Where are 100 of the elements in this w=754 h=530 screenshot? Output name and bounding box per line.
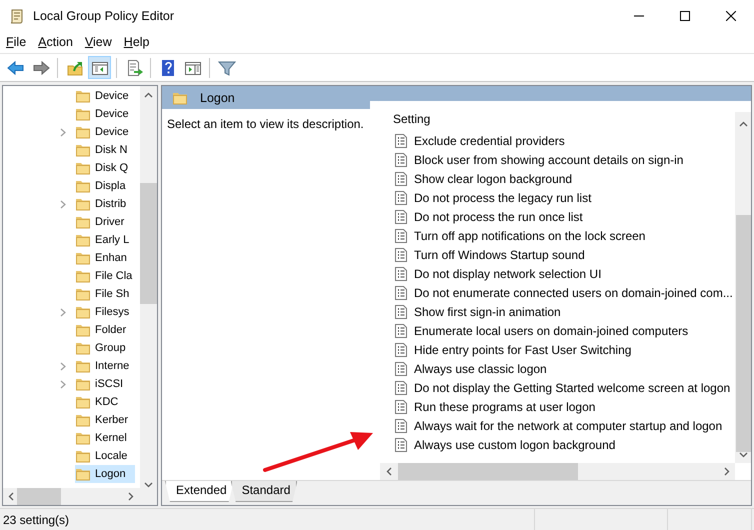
- tree-item[interactable]: Device: [75, 123, 135, 141]
- tree-item[interactable]: Driver: [75, 213, 135, 231]
- window-title: Local Group Policy Editor: [33, 8, 174, 22]
- setting-item[interactable]: Enumerate local users on domain-joined computers: [414, 324, 688, 338]
- folder-icon: [75, 322, 91, 338]
- tree-item[interactable]: File Cla: [75, 267, 135, 285]
- folder-icon: [75, 340, 91, 356]
- tree-item[interactable]: Disk N: [75, 141, 135, 159]
- tree-item[interactable]: Logon: [75, 465, 135, 483]
- tree-item[interactable]: Device: [75, 87, 135, 105]
- folder-icon: [75, 430, 91, 446]
- policy-icon: [393, 304, 409, 320]
- horizontal-scrollbar[interactable]: [380, 463, 735, 480]
- policy-icon: [393, 152, 409, 168]
- folder-icon: [75, 304, 91, 320]
- scroll-right-icon[interactable]: [724, 467, 730, 476]
- folder-icon: [75, 106, 91, 122]
- policy-icon: [393, 170, 409, 186]
- setting-item[interactable]: Do not display the Getting Started welcome screen at logon: [414, 380, 730, 394]
- tree-item[interactable]: KDC: [75, 393, 135, 411]
- column-header[interactable]: Setting: [393, 109, 735, 129]
- menu-item[interactable]: View: [78, 35, 118, 49]
- scroll-down-icon[interactable]: [738, 452, 748, 458]
- policy-icon: [393, 208, 409, 224]
- policy-icon: [393, 380, 409, 396]
- close-icon[interactable]: [726, 10, 736, 20]
- app-icon: [9, 8, 25, 24]
- setting-item[interactable]: Show first sign-in animation: [414, 304, 561, 318]
- view-tab[interactable]: Extended: [165, 481, 234, 502]
- policy-icon: [393, 132, 409, 148]
- scroll-down-icon[interactable]: [144, 482, 153, 488]
- view-tab[interactable]: Standard: [230, 481, 298, 502]
- policy-icon: [393, 360, 409, 376]
- policy-icon: [393, 266, 409, 282]
- setting-item[interactable]: Block user from showing account details on sign-in: [414, 152, 684, 166]
- description-text: Select an item to view its description.: [167, 117, 364, 131]
- folder-icon: [75, 88, 91, 104]
- tree-item[interactable]: iSCSI: [75, 375, 135, 393]
- tree-item[interactable]: Kerber: [75, 411, 135, 429]
- tree-item[interactable]: Displa: [75, 177, 135, 195]
- folder-icon: [75, 376, 91, 392]
- tree-item[interactable]: Early L: [75, 231, 135, 249]
- scroll-left-icon[interactable]: [386, 467, 392, 476]
- folder-icon: [75, 232, 91, 248]
- setting-item[interactable]: Exclude credential providers: [414, 134, 565, 148]
- setting-item[interactable]: Do not display network selection UI: [414, 266, 602, 280]
- scroll-left-icon[interactable]: [8, 492, 14, 501]
- policy-icon: [393, 246, 409, 262]
- setting-item[interactable]: Run these programs at user logon: [414, 400, 596, 414]
- vertical-scrollbar[interactable]: [140, 86, 157, 488]
- menu-item[interactable]: File: [0, 35, 32, 49]
- policy-icon: [393, 190, 409, 206]
- folder-icon: [75, 160, 91, 176]
- status-text: 23 setting(s): [3, 512, 70, 526]
- folder-icon: [75, 358, 91, 374]
- setting-item[interactable]: Turn off app notifications on the lock screen: [414, 228, 646, 242]
- tree-item[interactable]: Folder: [75, 321, 135, 339]
- folder-icon: [75, 286, 91, 302]
- setting-item[interactable]: Always use classic logon: [414, 362, 547, 376]
- tree-item[interactable]: File Sh: [75, 285, 135, 303]
- policy-icon: [393, 436, 409, 452]
- tree-item[interactable]: Disk Q: [75, 159, 135, 177]
- horizontal-scrollbar[interactable]: [3, 488, 157, 505]
- folder-icon: [75, 124, 91, 140]
- scroll-up-icon[interactable]: [144, 92, 153, 98]
- folder-icon: [75, 214, 91, 230]
- tree-item[interactable]: Interne: [75, 357, 135, 375]
- policy-icon: [393, 342, 409, 358]
- setting-item[interactable]: Do not enumerate connected users on domain-joined com...: [414, 286, 733, 300]
- setting-item[interactable]: Hide entry points for Fast User Switching: [414, 342, 632, 356]
- folder-icon: [75, 142, 91, 158]
- policy-icon: [393, 398, 409, 414]
- setting-item[interactable]: Turn off Windows Startup sound: [414, 248, 585, 262]
- tree-item[interactable]: Distrib: [75, 195, 135, 213]
- folder-icon: [75, 178, 91, 194]
- maximize-icon[interactable]: [680, 10, 690, 20]
- folder-icon: [75, 196, 91, 212]
- scroll-right-icon[interactable]: [128, 492, 134, 501]
- policy-icon: [393, 284, 409, 300]
- tree-item[interactable]: Locale: [75, 447, 135, 465]
- setting-item[interactable]: Always wait for the network at computer startup and logon: [414, 418, 722, 432]
- setting-item[interactable]: Always use custom logon background: [414, 438, 616, 452]
- scroll-up-icon[interactable]: [738, 121, 748, 127]
- folder-icon: [75, 394, 91, 410]
- tree-item[interactable]: Device: [75, 105, 135, 123]
- tree-item[interactable]: Group: [75, 339, 135, 357]
- folder-icon: [75, 250, 91, 266]
- tree-item[interactable]: Kernel: [75, 429, 135, 447]
- setting-item[interactable]: Show clear logon background: [414, 172, 572, 186]
- tree-item[interactable]: Enhan: [75, 249, 135, 267]
- folder-icon: [75, 412, 91, 428]
- tree-item[interactable]: Filesys: [75, 303, 135, 321]
- setting-item[interactable]: Do not process the legacy run list: [414, 190, 592, 204]
- menu-item[interactable]: Help: [118, 35, 156, 49]
- vertical-scrollbar[interactable]: [735, 112, 751, 463]
- setting-item[interactable]: Do not process the run once list: [414, 210, 583, 224]
- folder-icon: [75, 268, 91, 284]
- menu-item[interactable]: Action: [32, 35, 79, 49]
- folder-icon: [75, 448, 91, 464]
- policy-icon: [393, 228, 409, 244]
